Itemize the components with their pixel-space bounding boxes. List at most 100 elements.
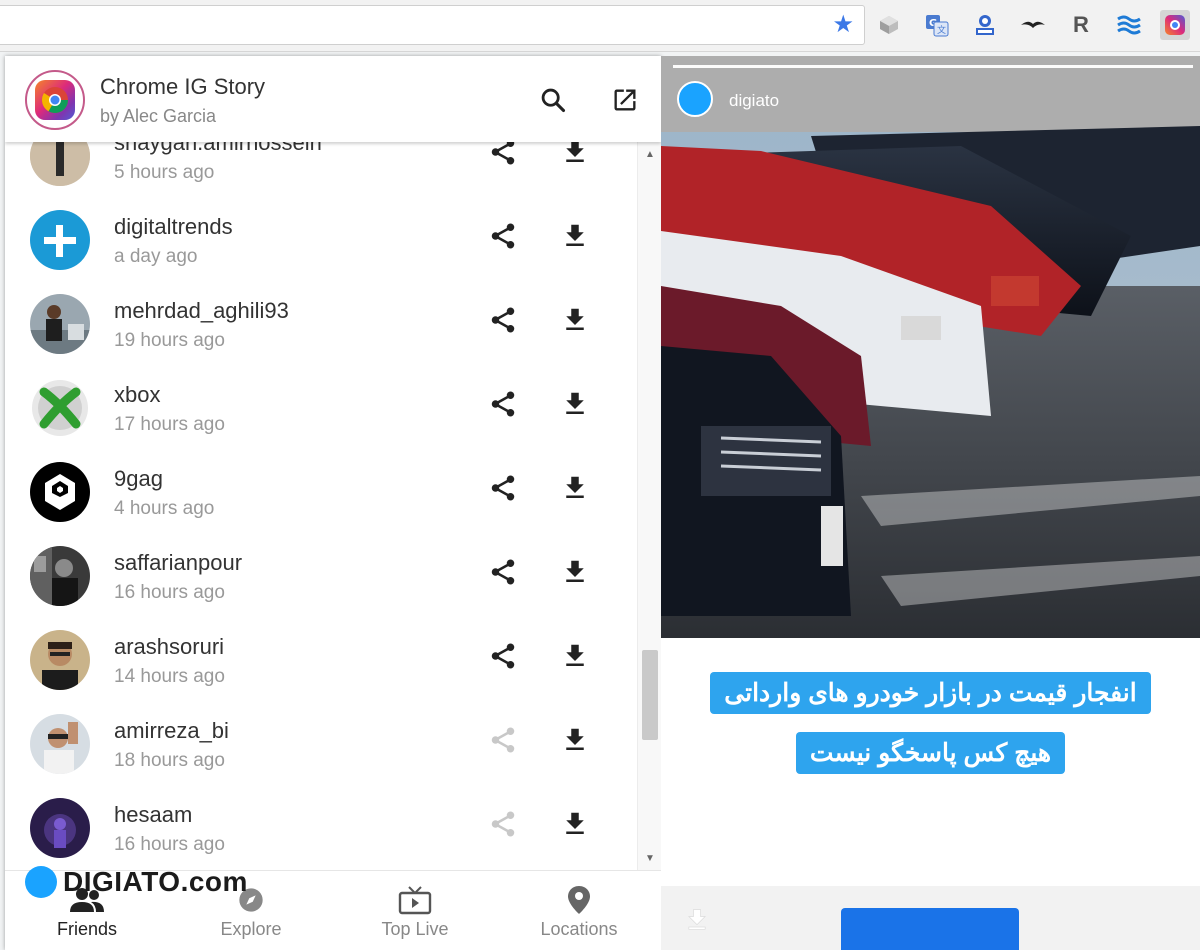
story-time: 5 hours ago bbox=[114, 162, 215, 183]
list-item[interactable]: hesaam 16 hours ago bbox=[5, 786, 637, 870]
story-action-button[interactable] bbox=[841, 908, 1019, 950]
story-time: 14 hours ago bbox=[114, 666, 225, 687]
bookmark-star-icon[interactable]: ★ bbox=[832, 12, 854, 38]
avatar[interactable] bbox=[30, 210, 90, 270]
story-username: hesaam bbox=[114, 802, 193, 827]
story-time: 16 hours ago bbox=[114, 582, 225, 603]
watermark-text: DIGIATO.com bbox=[63, 866, 248, 897]
nav-locations[interactable]: Locations bbox=[497, 871, 661, 950]
avatar[interactable] bbox=[30, 378, 90, 438]
cube-icon[interactable] bbox=[874, 10, 904, 40]
download-icon[interactable] bbox=[683, 906, 713, 936]
tv-icon bbox=[333, 883, 497, 917]
badge-icon[interactable] bbox=[970, 10, 1000, 40]
share-icon[interactable] bbox=[483, 142, 523, 172]
digiato-dot-icon bbox=[25, 866, 57, 898]
story-username: xbox bbox=[114, 382, 161, 407]
story-username: arashsoruri bbox=[114, 634, 225, 659]
story-username: 9gag bbox=[114, 466, 163, 491]
app-logo bbox=[25, 70, 85, 130]
share-icon[interactable] bbox=[483, 636, 523, 676]
story-username: amirreza_bi bbox=[114, 718, 229, 743]
story-time: 18 hours ago bbox=[114, 750, 225, 771]
scrollbar-thumb[interactable] bbox=[642, 650, 658, 740]
share-icon[interactable] bbox=[483, 300, 523, 340]
story-time: 19 hours ago bbox=[114, 330, 225, 351]
scroll-down-arrow-icon[interactable]: ▼ bbox=[638, 850, 661, 866]
nav-label: Explore bbox=[220, 919, 282, 939]
nav-label: Locations bbox=[540, 919, 618, 939]
nav-label: Top Live bbox=[381, 919, 449, 939]
download-icon[interactable] bbox=[555, 300, 595, 340]
story-username: mehrdad_aghili93 bbox=[114, 298, 289, 323]
story-image bbox=[661, 56, 1200, 638]
app-subtitle: by Alec Garcia bbox=[100, 106, 217, 126]
search-icon[interactable] bbox=[535, 82, 571, 118]
nav-top-live[interactable]: Top Live bbox=[333, 871, 497, 950]
watermark: DIGIATO.com bbox=[25, 862, 248, 902]
download-icon[interactable] bbox=[555, 552, 595, 592]
share-icon[interactable] bbox=[483, 216, 523, 256]
story-time: 17 hours ago bbox=[114, 414, 225, 435]
download-icon[interactable] bbox=[555, 636, 595, 676]
translate-icon[interactable]: G文 bbox=[922, 10, 952, 40]
download-icon[interactable] bbox=[555, 720, 595, 760]
download-icon[interactable] bbox=[555, 468, 595, 508]
waves-icon[interactable] bbox=[1114, 10, 1144, 40]
list-item[interactable]: saffarianpour 16 hours ago bbox=[5, 534, 637, 618]
nav-label: Friends bbox=[56, 919, 118, 939]
story-bottom-bar bbox=[661, 886, 1200, 950]
list-item[interactable]: mehrdad_aghili93 19 hours ago bbox=[5, 282, 637, 366]
story-username: shaygan.amirhossein bbox=[114, 142, 322, 155]
scroll-up-arrow-icon[interactable]: ▲ bbox=[638, 146, 661, 162]
story-username: saffarianpour bbox=[114, 550, 243, 575]
story-time: 16 hours ago bbox=[114, 834, 225, 855]
download-icon[interactable] bbox=[555, 384, 595, 424]
location-pin-icon bbox=[497, 883, 661, 917]
download-icon[interactable] bbox=[555, 216, 595, 256]
list-item[interactable]: digitaltrends a day ago bbox=[5, 198, 637, 282]
screen: ★ G文 R Chrome IG Story by Alec Garcia sh… bbox=[0, 0, 1200, 950]
address-bar[interactable]: ★ bbox=[0, 5, 865, 45]
app-title: Chrome IG Story bbox=[100, 74, 266, 99]
share-icon[interactable] bbox=[483, 468, 523, 508]
r-letter-icon[interactable]: R bbox=[1066, 10, 1096, 40]
list-item[interactable]: shaygan.amirhossein 5 hours ago bbox=[5, 142, 637, 198]
avatar[interactable] bbox=[30, 462, 90, 522]
download-icon[interactable] bbox=[555, 804, 595, 844]
caption-line-2: هیچ کس پاسخگو نیست bbox=[661, 732, 1200, 774]
popup-header: Chrome IG Story by Alec Garcia bbox=[5, 56, 661, 142]
story-time: 4 hours ago bbox=[114, 498, 215, 519]
browser-toolbar: ★ G文 R bbox=[0, 0, 1200, 52]
list-item[interactable]: arashsoruri 14 hours ago bbox=[5, 618, 637, 702]
svg-text:文: 文 bbox=[937, 24, 946, 36]
list-item[interactable]: amirreza_bi 18 hours ago bbox=[5, 702, 637, 786]
list-scrollbar[interactable]: ▲ ▼ bbox=[637, 142, 661, 870]
avatar[interactable] bbox=[30, 546, 90, 606]
download-icon[interactable] bbox=[555, 142, 595, 172]
share-icon[interactable] bbox=[483, 384, 523, 424]
share-icon[interactable] bbox=[483, 552, 523, 592]
story-header: digiato bbox=[661, 74, 1200, 134]
list-item[interactable]: 9gag 4 hours ago bbox=[5, 450, 637, 534]
avatar[interactable] bbox=[30, 630, 90, 690]
instagram-ext-icon[interactable] bbox=[1160, 10, 1190, 40]
extension-popup: Chrome IG Story by Alec Garcia shaygan.a… bbox=[5, 56, 661, 950]
share-icon bbox=[483, 720, 523, 760]
avatar[interactable] bbox=[30, 294, 90, 354]
avatar[interactable] bbox=[30, 798, 90, 858]
story-username[interactable]: digiato bbox=[729, 91, 779, 111]
story-viewer[interactable]: digiato انفجار قیمت در بازار خودرو های و… bbox=[661, 56, 1200, 950]
list-item[interactable]: xbox 17 hours ago bbox=[5, 366, 637, 450]
story-avatar[interactable] bbox=[677, 81, 713, 117]
open-in-new-icon[interactable] bbox=[607, 82, 643, 118]
bird-icon[interactable] bbox=[1018, 10, 1048, 40]
caption-line-1: انفجار قیمت در بازار خودرو های وارداتی bbox=[661, 672, 1200, 714]
share-icon bbox=[483, 804, 523, 844]
story-username: digitaltrends bbox=[114, 214, 233, 239]
avatar[interactable] bbox=[30, 142, 90, 186]
avatar[interactable] bbox=[30, 714, 90, 774]
story-progress-bar bbox=[673, 65, 1193, 68]
story-time: a day ago bbox=[114, 246, 198, 267]
story-list[interactable]: shaygan.amirhossein 5 hours ago digitalt… bbox=[5, 142, 637, 870]
